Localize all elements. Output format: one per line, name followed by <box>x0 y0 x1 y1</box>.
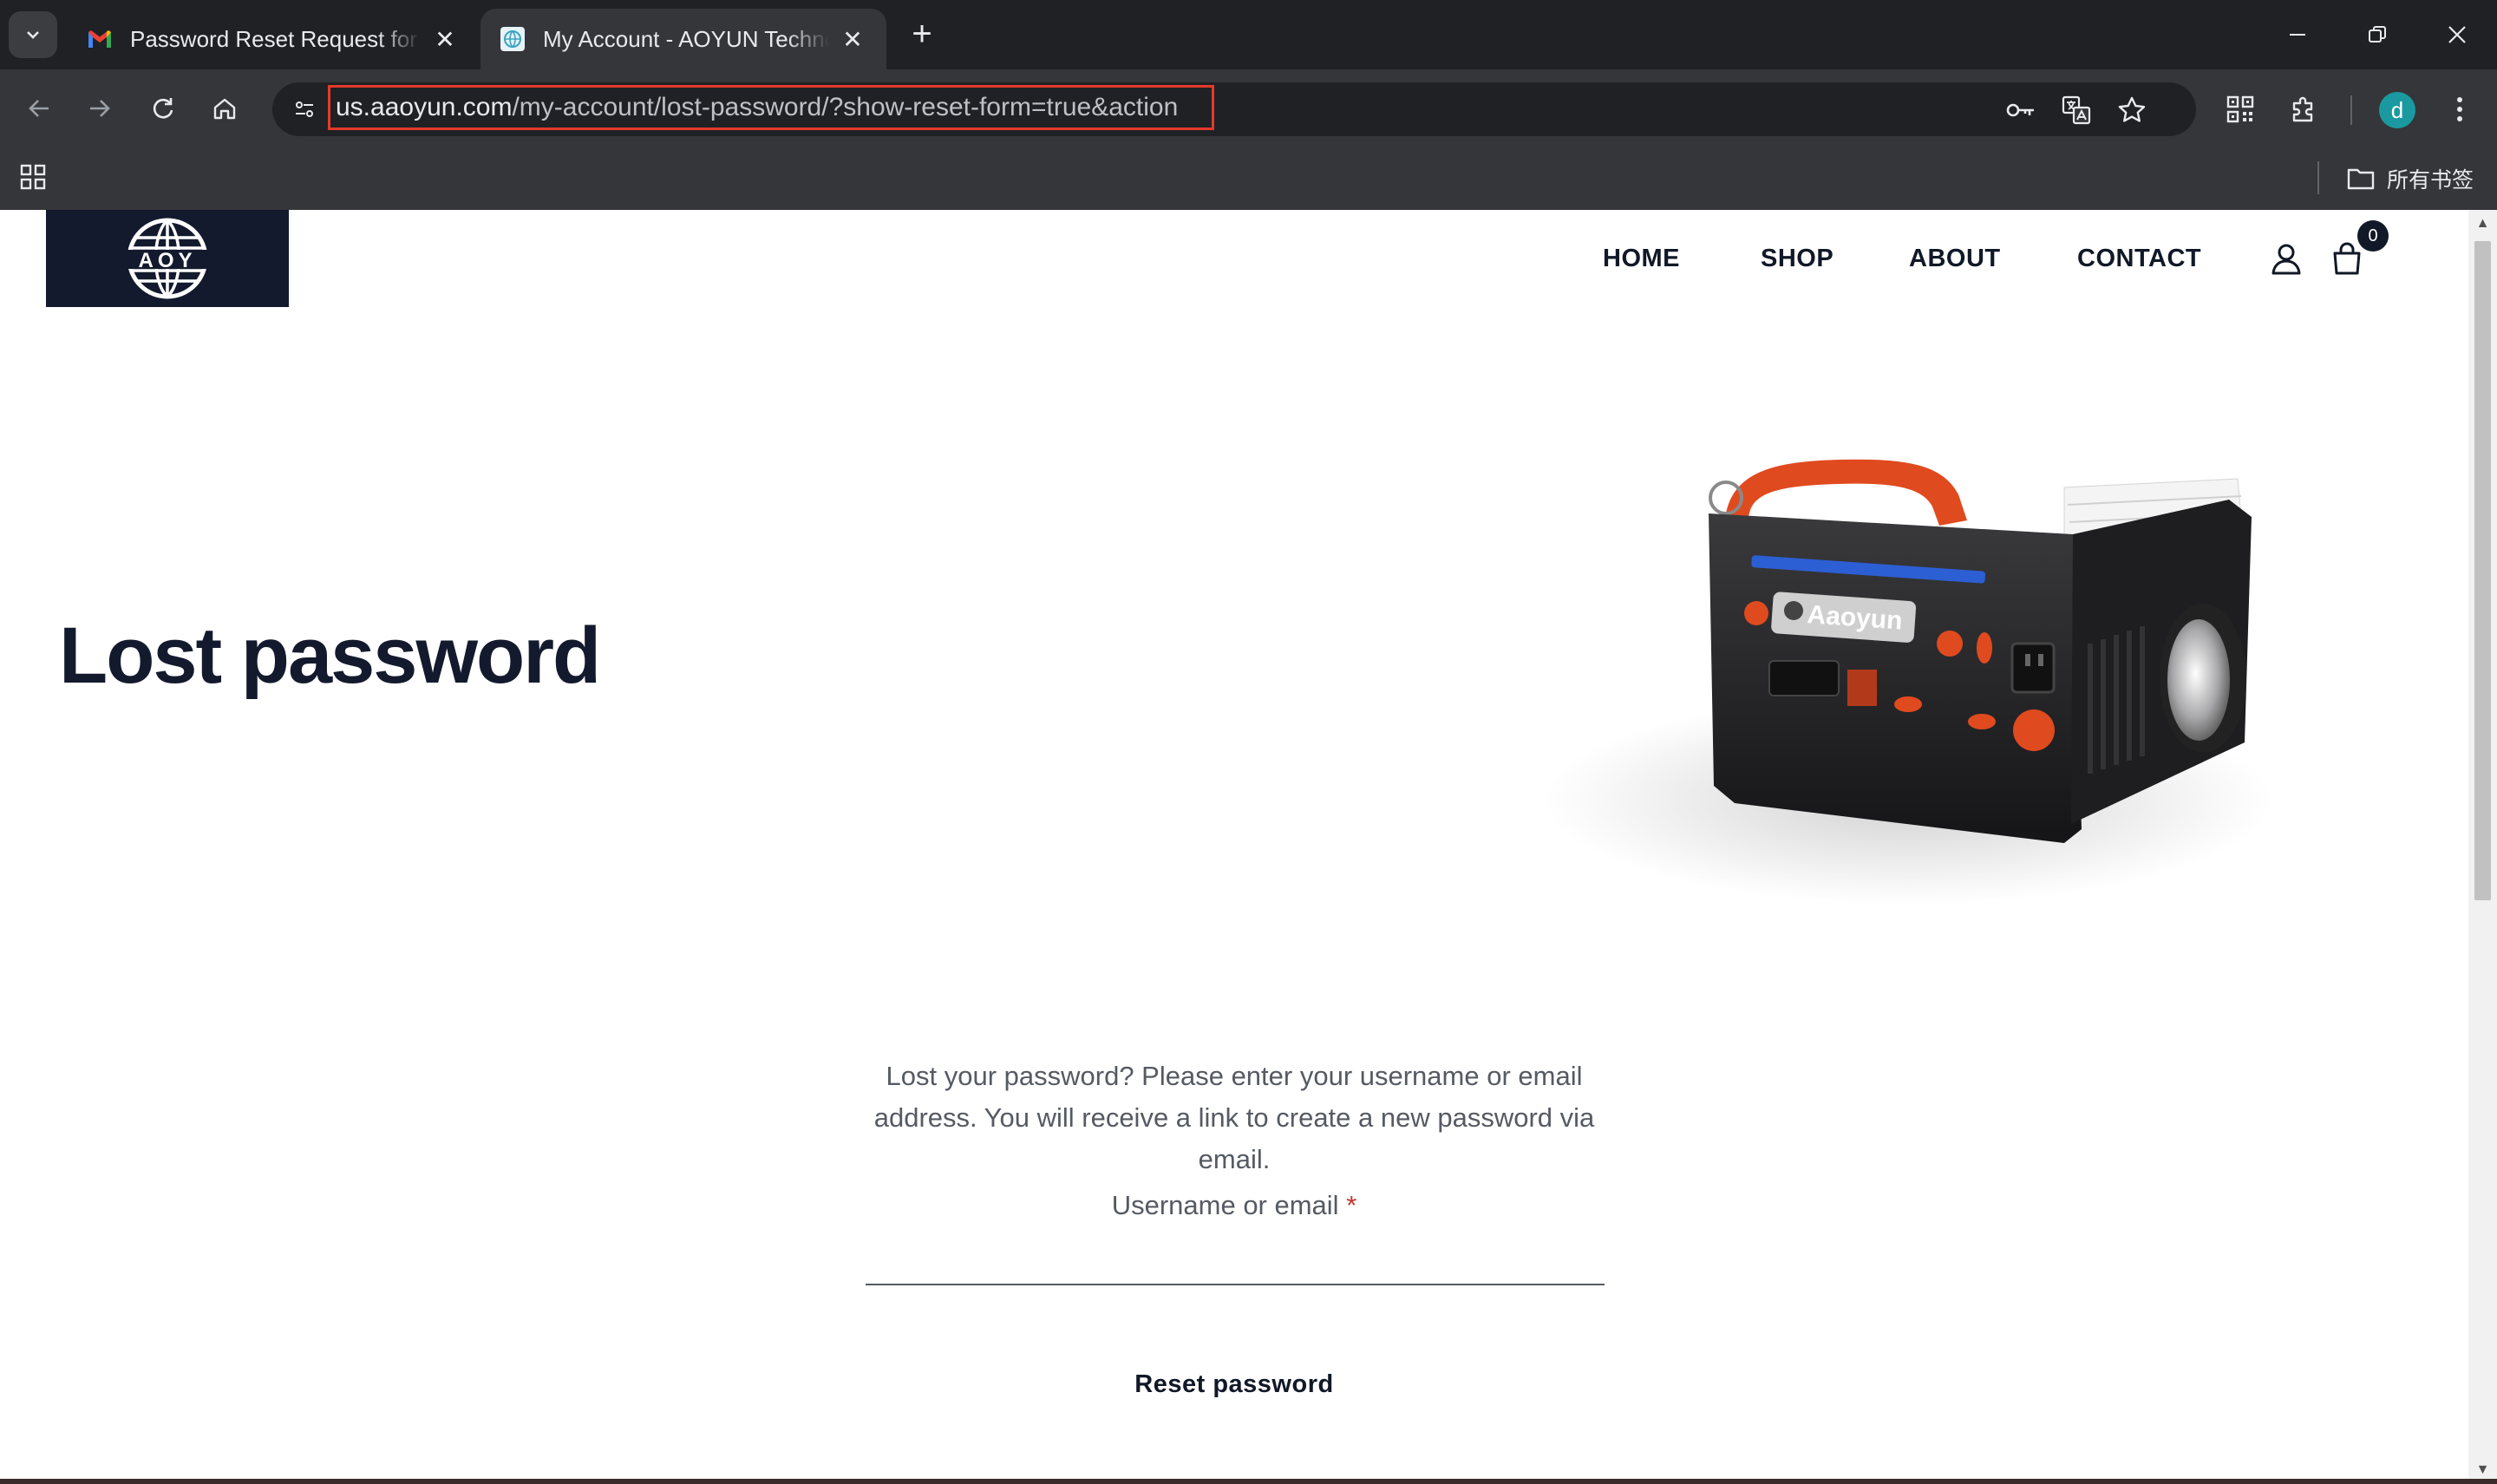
profile-avatar[interactable]: d <box>2379 92 2415 128</box>
password-key-icon[interactable] <box>2005 95 2036 126</box>
browser-toolbar: us.aaoyun.com/my-account/lost-password/?… <box>0 69 2497 147</box>
chevron-down-icon <box>27 31 39 39</box>
tab-close-icon[interactable]: ✕ <box>430 25 460 54</box>
all-bookmarks-button[interactable]: 所有书签 <box>2347 160 2474 198</box>
nav-about[interactable]: ABOUT <box>1909 245 2001 273</box>
site-info-icon[interactable] <box>288 93 321 126</box>
url-text: us.aaoyun.com/my-account/lost-password/?… <box>336 93 1179 121</box>
instructions-text: Lost your password? Please enter your us… <box>873 1061 1595 1174</box>
required-asterisk: * <box>1346 1190 1357 1220</box>
apps-grid-icon[interactable] <box>19 163 50 194</box>
new-tab-button[interactable]: + <box>902 14 942 54</box>
tab-search-button[interactable] <box>9 11 57 58</box>
taskbar-edge <box>0 1479 2497 1484</box>
bookmark-star-icon[interactable] <box>2116 95 2147 126</box>
tab-title: My Account - AOYUN Technology <box>543 25 829 52</box>
username-email-label: Username or email * <box>1111 1190 1357 1220</box>
toolbar-divider <box>2350 95 2352 125</box>
scroll-down-arrow-icon[interactable]: ▼ <box>2468 1460 2497 1481</box>
qr-code-icon[interactable] <box>2222 91 2258 127</box>
page-title: Lost password <box>59 611 601 700</box>
tab-my-account[interactable]: My Account - AOYUN Technology ✕ <box>480 9 886 69</box>
page-viewport: AOY HOME SHOP ABOUT CONTACT 0 Lost passw… <box>0 210 2468 1484</box>
minimize-icon[interactable] <box>2258 0 2337 69</box>
account-user-icon[interactable] <box>2269 241 2307 279</box>
reload-icon[interactable] <box>142 88 182 128</box>
all-bookmarks-label: 所有书签 <box>2387 168 2474 193</box>
site-logo[interactable]: AOY <box>46 210 289 307</box>
folder-icon <box>2347 168 2375 190</box>
username-email-input[interactable] <box>866 1233 1605 1285</box>
globe-icon <box>500 26 526 52</box>
close-window-icon[interactable] <box>2418 0 2496 69</box>
url-highlight[interactable]: us.aaoyun.com/my-account/lost-password/?… <box>328 85 1214 130</box>
tab-title: Password Reset Request for AOYUN <box>130 25 422 52</box>
forward-icon[interactable] <box>80 88 120 128</box>
svg-text:AOY: AOY <box>138 249 196 272</box>
page-scrollbar[interactable]: ▲ ▼ <box>2468 210 2497 1484</box>
tab-close-icon[interactable]: ✕ <box>838 25 867 54</box>
cart-count-badge: 0 <box>2357 220 2389 252</box>
restore-icon[interactable] <box>2338 0 2416 69</box>
nav-contact[interactable]: CONTACT <box>2077 245 2201 273</box>
scroll-up-arrow-icon[interactable]: ▲ <box>2468 213 2497 234</box>
tab-strip: Password Reset Request for AOYUN ✕ My Ac… <box>0 0 2497 69</box>
product-image: Aaoyun <box>1544 427 2290 912</box>
extensions-icon[interactable] <box>2286 91 2323 127</box>
bookmarks-bar: 所有书签 <box>0 147 2497 211</box>
tab-gmail[interactable]: Password Reset Request for AOYUN ✕ <box>68 9 479 69</box>
nav-home[interactable]: HOME <box>1603 245 1680 273</box>
back-icon[interactable] <box>19 88 59 128</box>
reset-password-button[interactable]: Reset password <box>1041 1363 1428 1405</box>
globe-logo-icon: AOY <box>127 218 208 299</box>
bookmarks-divider <box>2317 161 2319 194</box>
gmail-icon <box>87 26 113 52</box>
scroll-thumb[interactable] <box>2474 241 2491 900</box>
address-bar[interactable]: us.aaoyun.com/my-account/lost-password/?… <box>272 82 2196 136</box>
home-icon[interactable] <box>205 88 245 128</box>
translate-icon[interactable] <box>2061 95 2092 126</box>
nav-shop[interactable]: SHOP <box>1761 245 1834 273</box>
more-menu-icon[interactable] <box>2441 91 2478 127</box>
